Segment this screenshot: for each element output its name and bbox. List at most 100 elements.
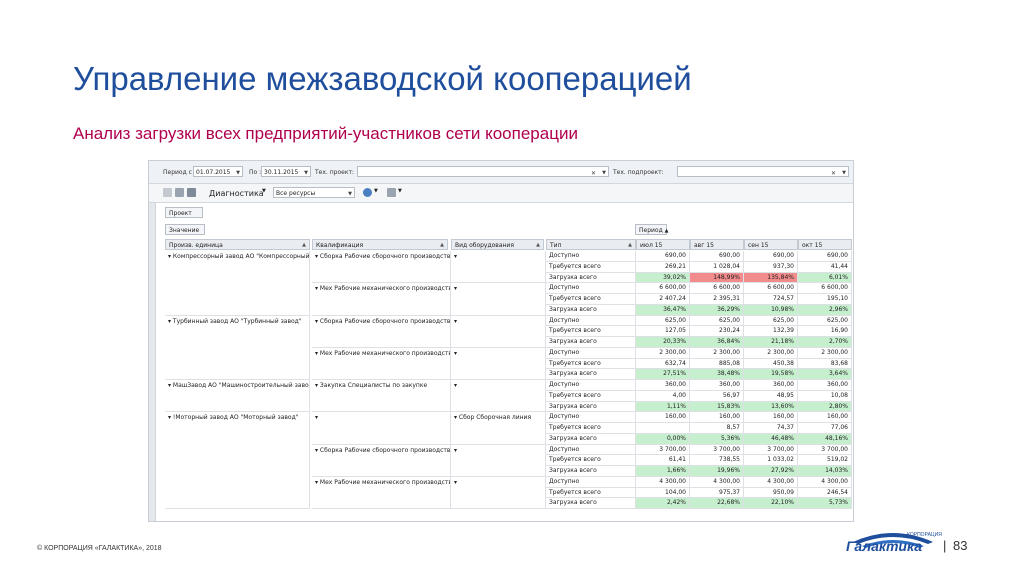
row-group-unit[interactable]: ▾ МашЗавод АО "Машиностроительный завод" xyxy=(165,380,310,413)
table-cell: 135,84% xyxy=(744,272,798,284)
table-cell: 160,00 xyxy=(744,412,798,423)
table-cell: 21,18% xyxy=(744,337,798,348)
expand-icon[interactable]: ▾ xyxy=(454,382,457,389)
row-type-label: Доступно xyxy=(546,347,636,359)
collapse-icon[interactable] xyxy=(163,188,172,197)
refresh-icon[interactable] xyxy=(363,188,372,197)
column-area-period[interactable]: Период ▲ xyxy=(635,224,669,235)
table-cell: 27,51% xyxy=(636,369,690,380)
equipment-name: Сбор Сборочная линия xyxy=(458,414,532,422)
column-header-equipment[interactable]: Вид оборудования ▲ xyxy=(451,239,544,250)
row-group-qualification[interactable]: ▾ Мех Рабочие механического производства xyxy=(312,283,451,316)
column-header-period-4[interactable]: окт 15 xyxy=(798,239,852,250)
table-cell: 3 700,00 xyxy=(636,444,690,456)
chevron-down-icon[interactable]: ▼ xyxy=(304,168,308,176)
row-group-qualification[interactable]: ▾ Закупка Специалисты по закупке xyxy=(312,380,451,413)
clear-icon[interactable]: ✕ xyxy=(831,168,836,176)
row-group-qualification[interactable]: ▾ xyxy=(312,412,451,445)
table-cell: 3 700,00 xyxy=(690,444,744,456)
table-cell: 360,00 xyxy=(636,380,690,391)
row-group-equipment[interactable]: ▾ xyxy=(451,380,546,413)
chevron-down-icon[interactable]: ▼ xyxy=(398,188,402,194)
expand-icon[interactable]: ▾ xyxy=(454,318,457,325)
expand-icon[interactable]: ▾ xyxy=(454,447,457,454)
row-group-equipment[interactable]: ▾ Сбор Сборочная линия xyxy=(451,412,546,445)
table-cell: 724,57 xyxy=(744,294,798,305)
column-header-type[interactable]: Тип ▲ xyxy=(546,239,636,250)
chevron-down-icon[interactable]: ▼ xyxy=(842,168,846,176)
expand-icon[interactable]: ▾ xyxy=(454,350,457,357)
row-group-qualification[interactable]: ▾ Сборка Рабочие сборочного производства xyxy=(312,251,451,284)
row-group-unit[interactable]: ▾ Компрессорный завод АО "Компрессорный … xyxy=(165,251,310,316)
column-header-qualification[interactable]: Квалификация ▲ xyxy=(312,239,448,250)
column-header-type-label: Тип xyxy=(550,242,562,249)
row-group-equipment[interactable]: ▾ xyxy=(451,476,546,509)
row-group-qualification[interactable]: ▾ Сборка Рабочие сборочного производства xyxy=(312,315,451,348)
column-header-unit[interactable]: Произв. единица ▲ xyxy=(165,239,310,250)
table-cell: 4 300,00 xyxy=(744,476,798,488)
column-header-period-3[interactable]: сен 15 xyxy=(744,239,798,250)
grid-icon[interactable] xyxy=(187,188,196,197)
row-group-equipment[interactable]: ▾ xyxy=(451,347,546,380)
row-group-unit[interactable]: ▾ Турбинный завод АО "Турбинный завод" xyxy=(165,315,310,380)
period-to-input[interactable]: 30.11.2015 ▼ xyxy=(261,166,311,177)
chevron-down-icon[interactable]: ▼ xyxy=(262,188,266,194)
chevron-down-icon[interactable]: ▼ xyxy=(602,168,606,176)
save-icon[interactable] xyxy=(175,188,184,197)
row-type-label: Доступно xyxy=(546,412,636,423)
row-group-equipment[interactable]: ▾ xyxy=(451,251,546,284)
subproject-input[interactable]: ✕ ▼ xyxy=(677,166,849,177)
filter-area-project[interactable]: Проект xyxy=(165,207,203,218)
project-input[interactable]: ✕ ▼ xyxy=(357,166,609,177)
table-cell: 20,33% xyxy=(636,337,690,348)
table-cell: 632,74 xyxy=(636,358,690,370)
table-cell: 738,55 xyxy=(690,455,744,466)
chevron-down-icon[interactable]: ▼ xyxy=(374,188,378,194)
period-from-input[interactable]: 01.07.2015 ▼ xyxy=(193,166,243,177)
row-type-label: Доступно xyxy=(546,380,636,391)
row-group-equipment[interactable]: ▾ xyxy=(451,283,546,316)
chevron-down-icon[interactable]: ▼ xyxy=(348,189,352,200)
table-cell: 10,98% xyxy=(744,304,798,316)
column-header-period-2[interactable]: авг 15 xyxy=(690,239,744,250)
table-cell: 0,00% xyxy=(636,433,690,445)
row-group-qualification[interactable]: ▾ Мех Рабочие механического производства xyxy=(312,347,451,380)
row-group-equipment[interactable]: ▾ xyxy=(451,315,546,348)
table-cell: 74,37 xyxy=(744,423,798,434)
period-from-value: 01.07.2015 xyxy=(196,169,231,176)
view-label[interactable]: Диагностика xyxy=(209,189,264,198)
row-group-qualification[interactable]: ▾ Сборка Рабочие сборочного производства xyxy=(312,444,451,477)
sort-icon: ▲ xyxy=(536,242,540,248)
column-header-equipment-label: Вид оборудования xyxy=(455,242,514,249)
page-number: 83 xyxy=(953,538,968,553)
table-cell: 5,73% xyxy=(798,498,852,509)
row-group-equipment[interactable]: ▾ xyxy=(451,444,546,477)
row-group-unit[interactable]: ▾ !Моторный завод АО "Моторный завод" xyxy=(165,412,310,509)
data-area-value[interactable]: Значение xyxy=(165,224,205,235)
period-from-label: Период с : xyxy=(163,169,196,176)
qualification-name: Сборка Рабочие сборочного производства xyxy=(319,446,451,454)
table-cell: 625,00 xyxy=(636,315,690,327)
expand-icon[interactable]: ▾ xyxy=(454,285,457,292)
expand-icon[interactable]: ▾ xyxy=(454,479,457,486)
table-cell: 937,30 xyxy=(744,261,798,273)
row-type-label: Загрузка всего xyxy=(546,369,636,380)
table-cell: 3 700,00 xyxy=(798,444,852,456)
row-type-label: Загрузка всего xyxy=(546,337,636,348)
resources-select[interactable]: Все ресурсы ▼ xyxy=(273,187,355,198)
table-cell: 4 300,00 xyxy=(690,476,744,488)
table-cell: 269,21 xyxy=(636,261,690,273)
table-cell: 4,00 xyxy=(636,390,690,402)
row-group-qualification[interactable]: ▾ Мех Рабочие механического производства xyxy=(312,476,451,509)
chevron-down-icon[interactable]: ▼ xyxy=(236,168,240,176)
table-cell: 2,70% xyxy=(798,337,852,348)
table-cell: 36,29% xyxy=(690,304,744,316)
sort-icon: ▲ xyxy=(302,242,306,248)
table-cell: 2 300,00 xyxy=(744,347,798,359)
copyright: © КОРПОРАЦИЯ «ГАЛАКТИКА», 2018 xyxy=(37,545,162,552)
clear-icon[interactable]: ✕ xyxy=(591,168,596,176)
column-header-period-1[interactable]: июл 15 xyxy=(636,239,690,250)
expand-icon[interactable]: ▾ xyxy=(315,414,318,421)
export-icon[interactable] xyxy=(387,188,396,197)
expand-icon[interactable]: ▾ xyxy=(454,253,457,260)
